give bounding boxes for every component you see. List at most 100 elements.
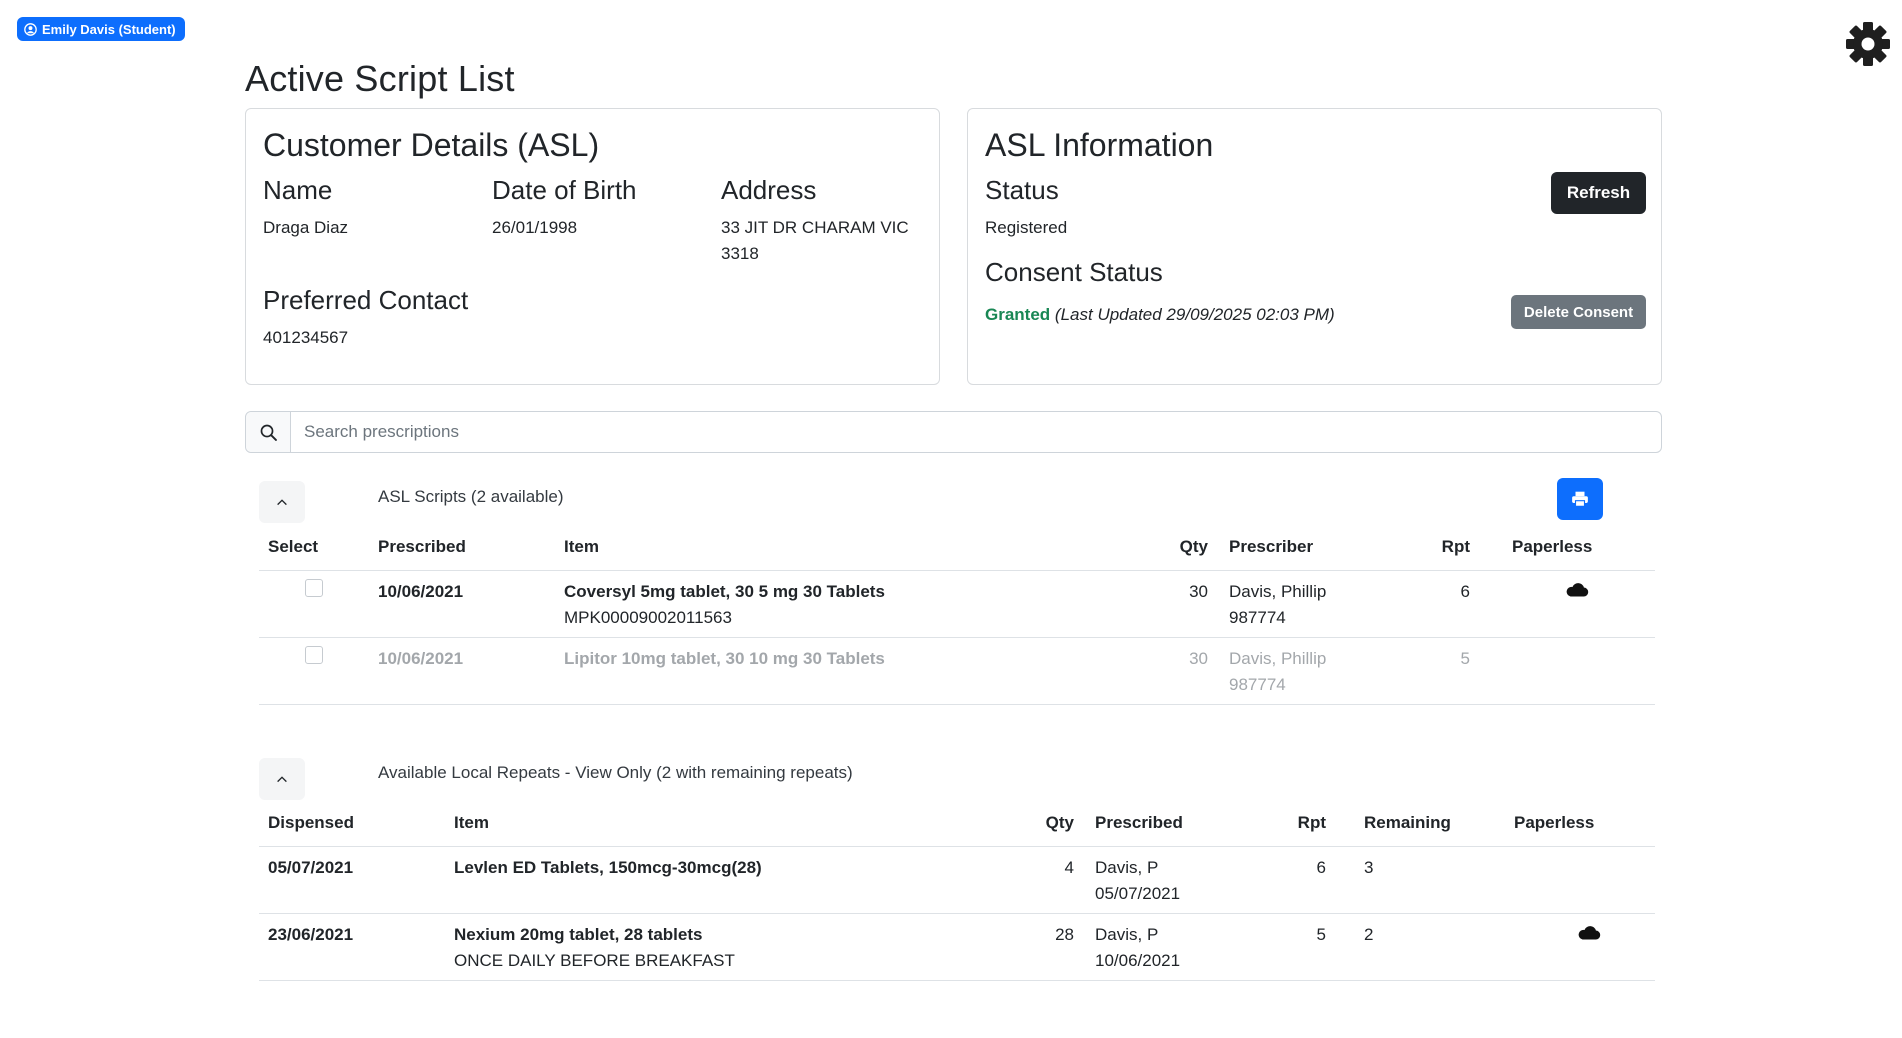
col-qty: Qty [1122,524,1220,571]
table-row: 23/06/2021 Nexium 20mg tablet, 28 tablet… [259,913,1655,981]
dispensed-date: 23/06/2021 [259,913,445,981]
col-dispensed: Dispensed [259,800,445,847]
search-icon [246,412,291,452]
print-button[interactable] [1557,478,1603,520]
table-row: 05/07/2021 Levlen ED Tablets, 150mcg-30m… [259,846,1655,914]
prescriber-name: Davis, Phillip [1229,649,1327,668]
name-label: Name [263,175,333,205]
asl-card-title: ASL Information [985,127,1214,163]
table-header-row: Dispensed Item Qty Prescribed Rpt Remain… [259,800,1655,847]
page-title: Active Script List [245,58,515,99]
consent-status-line: Granted (Last Updated 29/09/2025 02:03 P… [985,302,1335,328]
asl-scripts-table: Select Prescribed Item Qty Prescriber Rp… [259,524,1655,705]
select-cell [259,637,369,705]
qty: 30 [1122,570,1220,638]
customer-details-card: Customer Details (ASL) Name Draga Diaz D… [245,108,940,385]
prescriber-id: 987774 [1229,608,1286,627]
item-cell: Levlen ED Tablets, 150mcg-30mcg(28) [445,846,995,914]
address-label: Address [721,175,817,205]
qty: 30 [1122,637,1220,705]
prescribed-date: 05/07/2021 [1095,884,1181,903]
col-item: Item [445,800,995,847]
local-repeats-collapse-button[interactable] [259,758,305,800]
local-repeats-title: Available Local Repeats - View Only (2 w… [378,763,853,782]
customer-address: 33 JIT DR CHARAM VIC 3318 [721,218,909,263]
prescriber-name: Davis, P [1095,925,1159,944]
select-checkbox[interactable] [305,579,323,597]
customer-contact: 401234567 [263,328,349,347]
col-select: Select [259,524,369,571]
table-header-row: Select Prescribed Item Qty Prescriber Rp… [259,524,1655,571]
col-paperless: Paperless [1488,800,1655,847]
item-name: Nexium 20mg tablet, 28 tablets [454,925,703,944]
chevron-up-icon [277,499,287,506]
paperless-cell [1488,913,1655,981]
item-cell: Nexium 20mg tablet, 28 tablets ONCE DAILY… [445,913,995,981]
consent-last-updated: (Last Updated 29/09/2025 02:03 PM) [1054,305,1335,324]
prescribed-cell: Davis, P 10/06/2021 [1086,913,1254,981]
col-paperless: Paperless [1482,524,1655,571]
search-bar [245,411,1662,453]
qty: 28 [995,913,1086,981]
printer-icon [1572,491,1588,507]
refresh-button[interactable]: Refresh [1551,172,1646,214]
item-cell: Coversyl 5mg tablet, 30 5 mg 30 Tablets M… [555,570,1122,638]
remaining: 2 [1338,913,1488,981]
search-input[interactable] [291,412,1661,452]
user-circle-icon [24,22,37,36]
cloud-icon [1566,583,1589,597]
col-prescribed: Prescribed [369,524,555,571]
rpt: 5 [1254,913,1338,981]
paperless-cell [1488,846,1655,914]
paperless-cell [1482,570,1655,638]
col-rpt: Rpt [1254,800,1338,847]
asl-information-card: ASL Information Status Registered Refres… [967,108,1662,385]
asl-scripts-title: ASL Scripts (2 available) [378,487,564,506]
remaining: 3 [1338,846,1488,914]
dob-label: Date of Birth [492,175,637,205]
user-badge[interactable]: Emily Davis (Student) [17,17,185,41]
table-row[interactable]: 10/06/2021 Coversyl 5mg tablet, 30 5 mg … [259,570,1655,638]
prescribed-date: 10/06/2021 [369,570,555,638]
select-cell [259,570,369,638]
rpt: 5 [1406,637,1482,705]
item-name: Lipitor 10mg tablet, 30 10 mg 30 Tablets [564,649,885,668]
item-name: Levlen ED Tablets, 150mcg-30mcg(28) [454,858,762,877]
customer-name: Draga Diaz [263,218,349,237]
asl-scripts-collapse-button[interactable] [259,481,305,523]
gear-icon[interactable] [1844,20,1892,68]
local-repeats-table: Dispensed Item Qty Prescribed Rpt Remain… [259,800,1655,981]
col-rpt: Rpt [1406,524,1482,571]
prescribed-date: 10/06/2021 [1095,951,1181,970]
customer-card-title: Customer Details (ASL) [263,127,600,163]
delete-consent-button[interactable]: Delete Consent [1511,295,1646,329]
qty: 4 [995,846,1086,914]
rpt: 6 [1254,846,1338,914]
consent-status-label: Consent Status [985,257,1163,287]
table-row[interactable]: 10/06/2021 Lipitor 10mg tablet, 30 10 mg… [259,637,1655,705]
prescriber-name: Davis, P [1095,858,1159,877]
prescriber-cell: Davis, Phillip 987774 [1220,570,1406,638]
item-code: MPK00009002011563 [564,608,732,627]
preferred-contact-label: Preferred Contact [263,285,469,315]
select-checkbox[interactable] [305,646,323,664]
col-item: Item [555,524,1122,571]
prescriber-id: 987774 [1229,675,1286,694]
col-qty: Qty [995,800,1086,847]
status-value: Registered [985,218,1068,237]
item-directions: ONCE DAILY BEFORE BREAKFAST [454,951,735,970]
col-prescriber: Prescriber [1220,524,1406,571]
item-cell: Lipitor 10mg tablet, 30 10 mg 30 Tablets [555,637,1122,705]
cloud-icon [1578,926,1601,940]
rpt: 6 [1406,570,1482,638]
item-name: Coversyl 5mg tablet, 30 5 mg 30 Tablets [564,582,885,601]
dispensed-date: 05/07/2021 [259,846,445,914]
col-prescribed: Prescribed [1086,800,1254,847]
chevron-up-icon [277,776,287,783]
prescribed-cell: Davis, P 05/07/2021 [1086,846,1254,914]
consent-granted: Granted [985,305,1051,324]
prescriber-name: Davis, Phillip [1229,582,1327,601]
col-remaining: Remaining [1338,800,1488,847]
prescribed-date: 10/06/2021 [369,637,555,705]
prescriber-cell: Davis, Phillip 987774 [1220,637,1406,705]
